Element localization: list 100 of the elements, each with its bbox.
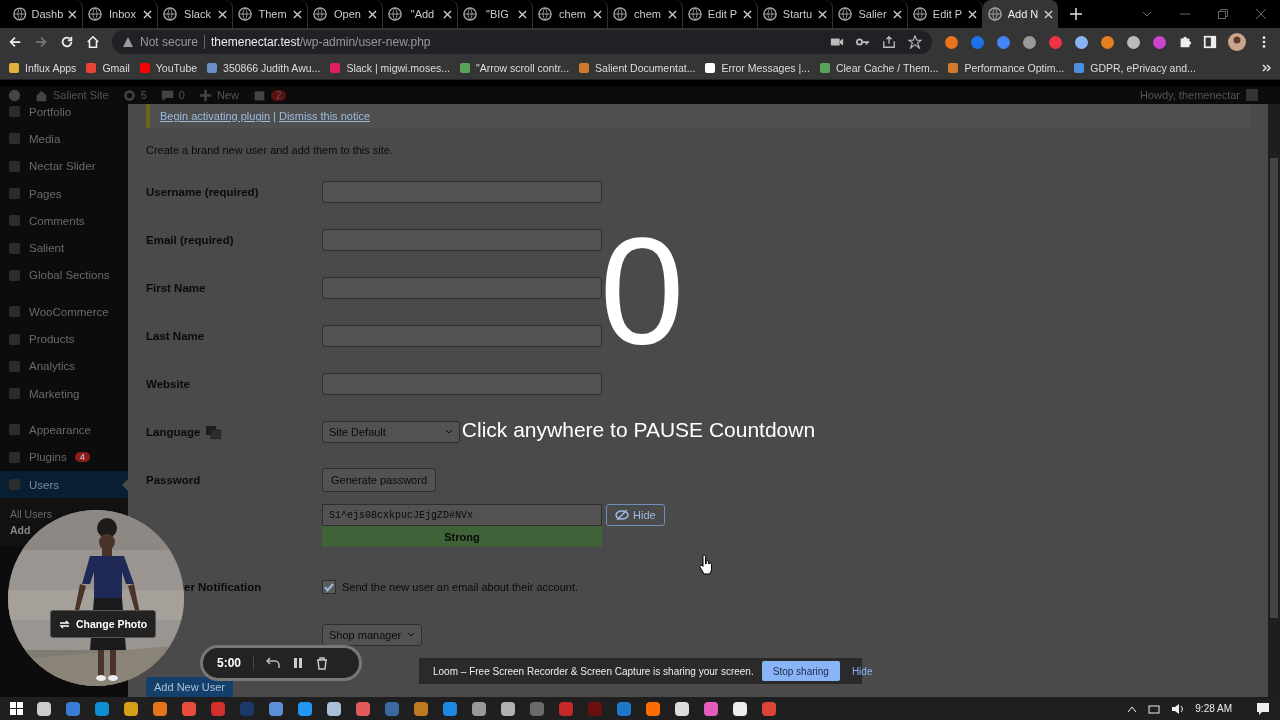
bookmark[interactable]: Error Messages |... — [704, 61, 810, 74]
extension-icon[interactable] — [944, 34, 959, 50]
bookmark[interactable]: "Arrow scroll contr... — [459, 61, 570, 74]
bookmark[interactable]: GDPR, ePrivacy and... — [1073, 61, 1196, 74]
checkbox[interactable] — [322, 580, 336, 594]
app-icon[interactable] — [500, 700, 516, 717]
sidebar-item[interactable]: Media — [0, 125, 128, 153]
text-field[interactable] — [322, 373, 602, 395]
sidebar-item[interactable]: Analytics — [0, 352, 128, 380]
menu-icon — [8, 332, 21, 346]
chevron-down-icon[interactable] — [1142, 9, 1152, 19]
sidebar-item[interactable]: Marketing — [0, 379, 128, 408]
change-photo-button[interactable]: Change Photo — [50, 610, 157, 638]
extension-icon[interactable] — [1100, 34, 1115, 50]
app-icon[interactable] — [123, 700, 139, 717]
sidebar-item[interactable]: Portfolio — [0, 104, 128, 126]
bookmark[interactable]: Gmail — [85, 61, 130, 74]
warning-icon — [122, 36, 134, 48]
new-tab-icon[interactable] — [1070, 8, 1082, 20]
browser-tab[interactable]: Add N — [983, 0, 1058, 28]
add-user-button[interactable]: Add New User — [146, 677, 233, 697]
field-label: Website — [146, 378, 191, 390]
app-icon[interactable] — [732, 700, 748, 717]
volume-icon[interactable] — [1171, 702, 1186, 715]
eye-slash-icon — [615, 509, 629, 521]
side-panel-icon[interactable] — [1203, 35, 1217, 49]
star-icon[interactable] — [908, 35, 922, 49]
start-icon[interactable] — [10, 702, 23, 715]
extension-icon[interactable] — [996, 34, 1011, 50]
menu-icon — [8, 268, 21, 282]
bookmark[interactable]: YouTube — [138, 61, 198, 74]
extension-icon[interactable] — [1048, 34, 1063, 50]
app-icon[interactable] — [674, 700, 690, 717]
chevron-up-icon[interactable] — [1127, 704, 1138, 713]
bookmark[interactable]: Influx Apps — [8, 61, 77, 74]
bookmark[interactable]: Salient Documentat... — [578, 61, 696, 74]
back-icon[interactable] — [8, 35, 22, 49]
text-field[interactable] — [322, 325, 602, 347]
stop-sharing-button[interactable]: Stop sharing — [761, 661, 840, 681]
hide-button[interactable]: Hide — [606, 504, 665, 526]
pause-icon[interactable] — [292, 657, 305, 669]
bookmark-icon — [329, 61, 342, 74]
extension-icon[interactable] — [970, 34, 985, 50]
globe-icon — [313, 7, 327, 21]
sidebar-item[interactable]: Global Sections — [0, 261, 128, 290]
notice-link[interactable]: Begin activating plugin — [160, 110, 271, 122]
sidebar-item[interactable]: Products — [0, 325, 128, 353]
home-icon[interactable] — [86, 35, 100, 49]
submenu-item[interactable]: All Users — [10, 508, 52, 521]
menu-icon — [8, 132, 21, 146]
field-label: Password — [146, 474, 202, 486]
countdown-hint[interactable]: Click anywhere to PAUSE Countdown — [461, 418, 816, 442]
url-text: themenectar.test/wp-admin/user-new.php — [211, 35, 431, 49]
sidebar-item[interactable]: Appearance — [0, 416, 128, 444]
network-icon[interactable] — [1147, 702, 1162, 715]
sidebar-item[interactable]: Plugins 4 — [0, 443, 128, 471]
extension-icon[interactable] — [1022, 34, 1037, 50]
notice-link[interactable]: Dismiss this notice — [278, 110, 370, 122]
scrollbar[interactable] — [1268, 104, 1280, 697]
app-icon[interactable] — [326, 700, 342, 717]
trash-icon[interactable] — [316, 656, 329, 670]
menu-icon — [8, 387, 21, 401]
count-badge: 4 — [74, 452, 90, 463]
restore-icon[interactable] — [1218, 9, 1228, 19]
more-bookmarks-icon[interactable] — [1262, 62, 1272, 73]
extension-icon[interactable] — [1152, 34, 1167, 50]
globe-icon — [238, 7, 252, 21]
text-field[interactable] — [322, 277, 602, 299]
share-icon[interactable] — [882, 35, 896, 49]
sidebar-item[interactable]: WooCommerce — [0, 298, 128, 326]
app-icon[interactable] — [645, 700, 661, 717]
submenu-item[interactable]: Add — [10, 524, 31, 537]
extension-icon[interactable] — [1074, 34, 1089, 50]
bookmark-icon — [578, 61, 591, 74]
sidebar-item[interactable]: Users — [0, 470, 128, 499]
bookmark[interactable]: Performance Optim... — [947, 61, 1065, 74]
sidebar-item[interactable]: Nectar Slider — [0, 152, 128, 180]
sidebar-item[interactable]: Pages — [0, 179, 128, 208]
translate-icon — [206, 425, 222, 439]
updates-icon — [122, 88, 136, 102]
address-bar[interactable]: Not secure themenectar.test/wp-admin/user-new.php — [112, 30, 932, 54]
text-field[interactable] — [322, 229, 602, 251]
bookmark[interactable]: 350866 Judith Awu... — [206, 61, 321, 74]
app-icon[interactable] — [471, 700, 487, 717]
bookmark[interactable]: Slack | migwi.moses... — [329, 61, 451, 74]
undo-icon[interactable] — [266, 657, 281, 669]
notification-icon[interactable] — [1256, 702, 1270, 715]
hide-link[interactable]: Hide — [851, 665, 873, 677]
sidebar-item[interactable]: Comments — [0, 207, 128, 235]
menu-icon — [8, 241, 21, 255]
reload-icon[interactable] — [60, 35, 74, 49]
bookmark-icon — [1073, 61, 1086, 74]
app-icon[interactable] — [36, 700, 52, 717]
sidebar-item[interactable]: Salient — [0, 234, 128, 262]
clock-text[interactable]: 9:28 AM — [1195, 703, 1232, 714]
text-field[interactable] — [322, 181, 602, 203]
forward-icon[interactable] — [34, 35, 48, 49]
puzzle-icon[interactable] — [1178, 35, 1192, 49]
bookmark[interactable]: Clear Cache / Them... — [818, 61, 939, 74]
extension-icon[interactable] — [1126, 34, 1141, 50]
